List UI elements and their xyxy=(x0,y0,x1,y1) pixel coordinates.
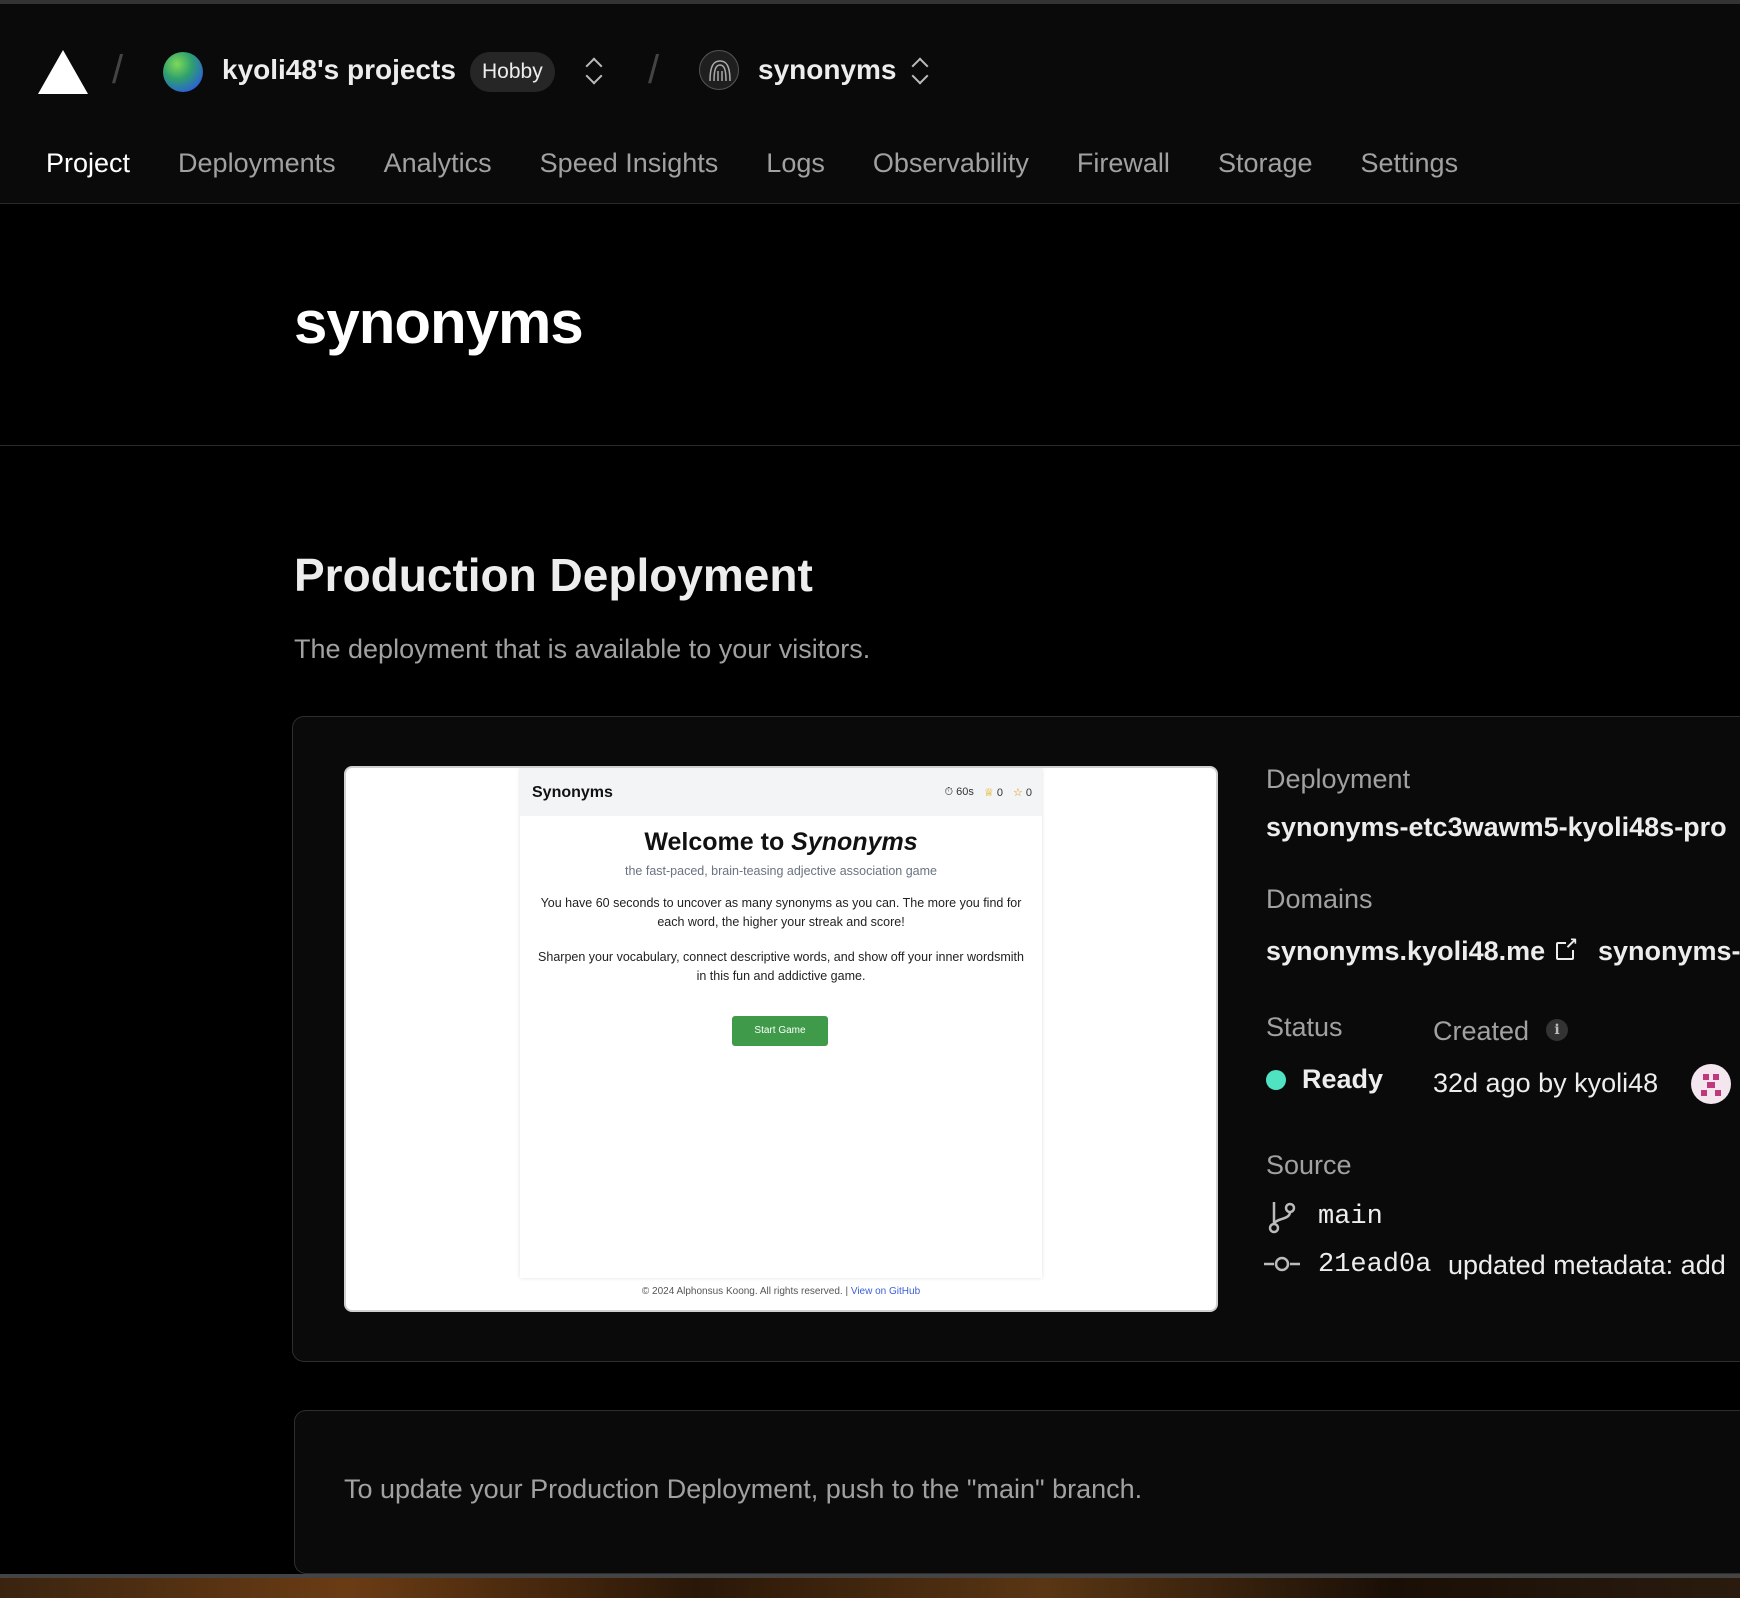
status-value: Ready xyxy=(1302,1064,1384,1094)
source-label: Source xyxy=(1266,1150,1352,1180)
team-avatar[interactable] xyxy=(163,52,203,92)
vercel-logo-icon[interactable] xyxy=(38,50,88,94)
preview-footer: © 2024 Alphonsus Koong. All rights reser… xyxy=(641,1286,921,1297)
breadcrumb-separator: / xyxy=(648,48,660,92)
preview-brand: Synonyms xyxy=(532,784,613,801)
tab-firewall[interactable]: Firewall xyxy=(1053,134,1194,208)
git-branch-icon xyxy=(1268,1202,1296,1234)
external-link-icon[interactable] xyxy=(1556,934,1578,960)
preview-tagline: the fast-paced, brain-teasing adjective … xyxy=(625,864,937,878)
preview-paragraph: You have 60 seconds to uncover as many s… xyxy=(540,896,1022,929)
commit-message[interactable]: updated metadata: add xyxy=(1448,1250,1726,1281)
project-header: synonyms xyxy=(0,204,1740,446)
domains-label: Domains xyxy=(1266,884,1373,914)
deployment-url[interactable]: synonyms-etc3wawm5-kyoli48s-pro xyxy=(1266,812,1727,843)
preview-welcome: Welcome to Synonyms xyxy=(644,828,918,856)
deployment-preview[interactable]: Synonyms ⏱ 60s ♕ 0 ☆ 0 Welcome to Synony… xyxy=(344,766,1218,1312)
breadcrumb-separator: / xyxy=(112,48,124,92)
team-switcher-chevron-icon[interactable] xyxy=(584,54,604,88)
desktop-background-edge xyxy=(0,1574,1740,1598)
preview-paragraph: Sharpen your vocabulary, connect descrip… xyxy=(538,950,1024,983)
deployment-label: Deployment xyxy=(1266,764,1411,794)
commit-hash[interactable]: 21ead0a xyxy=(1318,1250,1431,1280)
top-navigation: / kyoli48's projects Hobby / synonyms Pr… xyxy=(0,0,1740,209)
tab-storage[interactable]: Storage xyxy=(1194,134,1337,208)
tab-deployments[interactable]: Deployments xyxy=(154,134,360,208)
avatar[interactable] xyxy=(1691,1064,1731,1104)
page-title: synonyms xyxy=(294,289,584,356)
git-commit-icon xyxy=(1264,1256,1300,1272)
preview-stats: ⏱ 60s ♕ 0 ☆ 0 xyxy=(944,786,1032,799)
section-title: Production Deployment xyxy=(294,549,813,601)
domain-link[interactable]: synonyms.kyoli48.me xyxy=(1266,936,1545,967)
status-label: Status xyxy=(1266,1012,1343,1042)
tab-project[interactable]: Project xyxy=(22,134,155,209)
preview-start-button: Start Game xyxy=(732,1016,828,1046)
plan-badge: Hobby xyxy=(470,52,555,92)
status-dot-icon xyxy=(1266,1070,1286,1090)
preview-header: Synonyms ⏱ 60s ♕ 0 ☆ 0 xyxy=(520,768,1042,816)
section-subtitle: The deployment that is available to your… xyxy=(294,634,871,664)
domain-link-secondary[interactable]: synonyms- xyxy=(1598,936,1740,967)
tab-bar: Project Deployments Analytics Speed Insi… xyxy=(22,134,1483,209)
tab-logs[interactable]: Logs xyxy=(742,134,849,208)
branch-name[interactable]: main xyxy=(1318,1202,1383,1232)
tab-speed-insights[interactable]: Speed Insights xyxy=(516,134,743,208)
preview-trophy: ♕ 0 xyxy=(983,787,1003,799)
breadcrumb: / kyoli48's projects Hobby / synonyms xyxy=(0,4,1740,134)
project-switcher-chevron-icon[interactable] xyxy=(910,54,930,88)
preview-stars: ☆ 0 xyxy=(1012,787,1032,799)
update-notice-text: To update your Production Deployment, pu… xyxy=(344,1474,1143,1504)
tab-observability[interactable]: Observability xyxy=(849,134,1053,208)
created-value: 32d ago by kyoli48 xyxy=(1433,1068,1659,1098)
preview-timer: ⏱ 60s xyxy=(944,786,974,798)
tab-settings[interactable]: Settings xyxy=(1337,134,1483,208)
project-name[interactable]: synonyms xyxy=(758,54,897,86)
info-icon[interactable]: i xyxy=(1546,1019,1568,1041)
preview-app: Synonyms ⏱ 60s ♕ 0 ☆ 0 Welcome to Synony… xyxy=(520,768,1042,1278)
tab-analytics[interactable]: Analytics xyxy=(360,134,516,208)
project-avatar[interactable] xyxy=(699,50,739,90)
team-name[interactable]: kyoli48's projects xyxy=(222,54,456,86)
created-label: Created xyxy=(1433,1016,1530,1046)
